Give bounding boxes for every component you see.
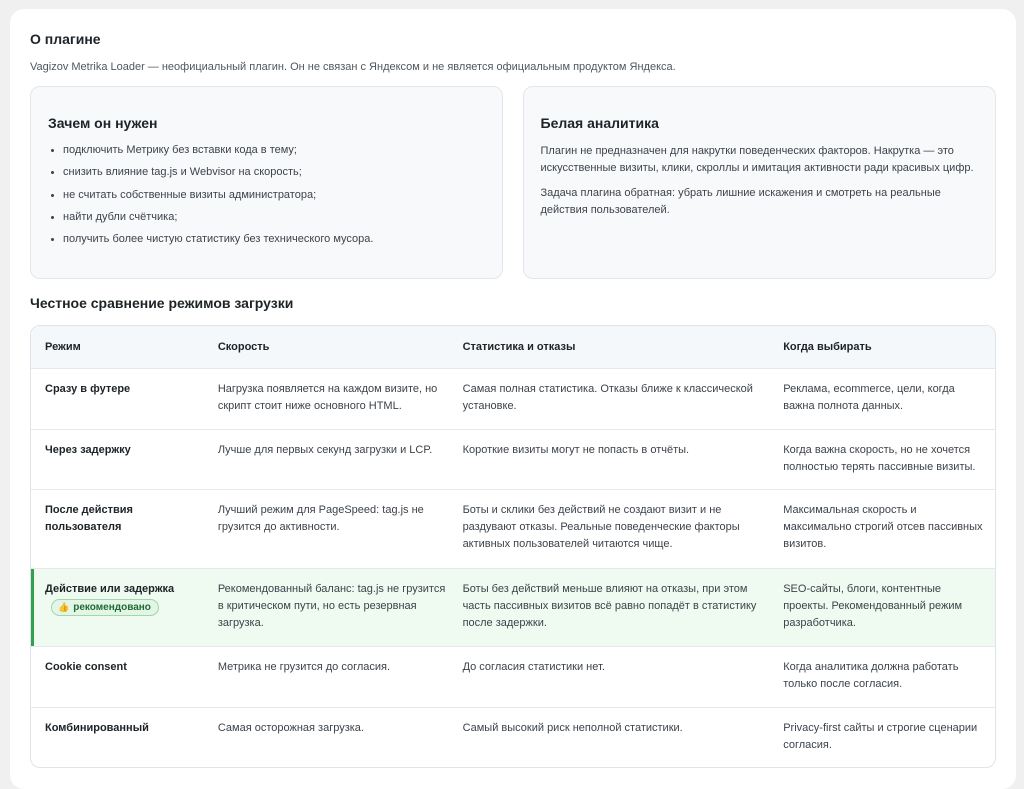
table-row: Комбинированный Самая осторожная загрузк… bbox=[31, 707, 995, 767]
white-card-paragraph-2: Задача плагина обратная: убрать лишние и… bbox=[540, 187, 941, 216]
recommended-badge: 👍 рекомендовано bbox=[51, 599, 159, 616]
list-item: получить более чистую статистику без тех… bbox=[63, 232, 485, 246]
speed-cell: Метрика не грузится до согласия. bbox=[217, 661, 391, 673]
about-plugin-panel: О плагине Vagizov Metrika Loader — неофи… bbox=[10, 9, 1016, 789]
stats-cell: Самый высокий риск неполной статистики. bbox=[462, 722, 683, 734]
thumbs-up-icon: 👍 bbox=[58, 602, 70, 612]
about-description: Vagizov Metrika Loader — неофициальный п… bbox=[30, 61, 676, 73]
list-item: снизить влияние tag.js и Webvisor на ско… bbox=[63, 165, 485, 179]
table-row: После действия пользователя Лучший режим… bbox=[31, 489, 995, 568]
table-row-recommended: Действие или задержка 👍 рекомендовано Ре… bbox=[31, 568, 995, 646]
when-cell: Когда важна скорость, но не хочется полн… bbox=[783, 444, 976, 473]
mode-label: Действие или задержка bbox=[45, 583, 175, 595]
recommended-badge-label: рекомендовано bbox=[73, 602, 151, 613]
mode-cell: Сразу в футере bbox=[45, 383, 131, 395]
stats-cell: Короткие визиты могут не попасть в отчёт… bbox=[462, 444, 690, 456]
info-cards: Зачем он нужен подключить Метрику без вс… bbox=[30, 86, 996, 279]
mode-cell: Действие или задержка 👍 рекомендовано bbox=[31, 569, 218, 646]
about-title: О плагине bbox=[30, 31, 101, 47]
comparison-title: Честное сравнение режимов загрузки bbox=[30, 295, 294, 311]
when-cell: Когда аналитика должна работать только п… bbox=[783, 661, 959, 690]
mode-cell: Cookie consent bbox=[45, 661, 127, 673]
header-stats: Статистика и отказы bbox=[462, 340, 576, 353]
mode-cell: Через задержку bbox=[45, 444, 131, 456]
speed-cell: Лучше для первых секунд загрузки и LCP. bbox=[217, 444, 433, 456]
stats-cell: Боты без действий меньше влияют на отказ… bbox=[462, 583, 757, 629]
header-speed: Скорость bbox=[217, 340, 270, 353]
table-row: Через задержку Лучше для первых секунд з… bbox=[31, 429, 995, 489]
when-cell: Privacy-first сайты и строгие сценарии с… bbox=[783, 722, 978, 751]
comparison-table: Режим Скорость Статистика и отказы Когда… bbox=[30, 325, 996, 768]
stats-cell: До согласия статистики нет. bbox=[462, 661, 605, 673]
table-row: Сразу в футере Нагрузка появляется на ка… bbox=[31, 368, 995, 429]
speed-cell: Самая осторожная загрузка. bbox=[217, 722, 364, 734]
table-header-row: Режим Скорость Статистика и отказы Когда… bbox=[31, 326, 995, 368]
when-cell: SEO-сайты, блоги, контентные проекты. Ре… bbox=[783, 583, 963, 629]
mode-cell: Комбинированный bbox=[45, 722, 149, 734]
white-analytics-card: Белая аналитика Плагин не предназначен д… bbox=[522, 86, 996, 279]
speed-cell: Нагрузка появляется на каждом визите, но… bbox=[217, 383, 438, 412]
list-item: подключить Метрику без вставки кода в те… bbox=[63, 143, 485, 157]
why-card-title: Зачем он нужен bbox=[48, 115, 158, 131]
list-item: найти дубли счётчика; bbox=[63, 210, 485, 224]
table-row: Cookie consent Метрика не грузится до со… bbox=[31, 646, 995, 707]
header-when: Когда выбирать bbox=[783, 340, 872, 353]
speed-cell: Рекомендованный баланс: tag.js не грузит… bbox=[217, 583, 446, 629]
mode-cell: После действия пользователя bbox=[45, 504, 133, 533]
white-card-paragraph-1: Плагин не предназначен для накрутки пове… bbox=[540, 145, 974, 174]
why-list: подключить Метрику без вставки кода в те… bbox=[48, 143, 485, 246]
stats-cell: Боты и склики без действий не создают ви… bbox=[462, 504, 740, 550]
list-item: не считать собственные визиты администра… bbox=[63, 188, 485, 202]
why-card: Зачем он нужен подключить Метрику без вс… bbox=[30, 86, 503, 279]
speed-cell: Лучший режим для PageSpeed: tag.js не гр… bbox=[217, 504, 424, 533]
when-cell: Максимальная скорость и максимально стро… bbox=[783, 504, 983, 550]
white-card-title: Белая аналитика bbox=[540, 115, 659, 131]
when-cell: Реклама, ecommerce, цели, когда важна по… bbox=[783, 383, 955, 412]
header-mode: Режим bbox=[45, 340, 81, 353]
stats-cell: Самая полная статистика. Отказы ближе к … bbox=[462, 383, 753, 412]
